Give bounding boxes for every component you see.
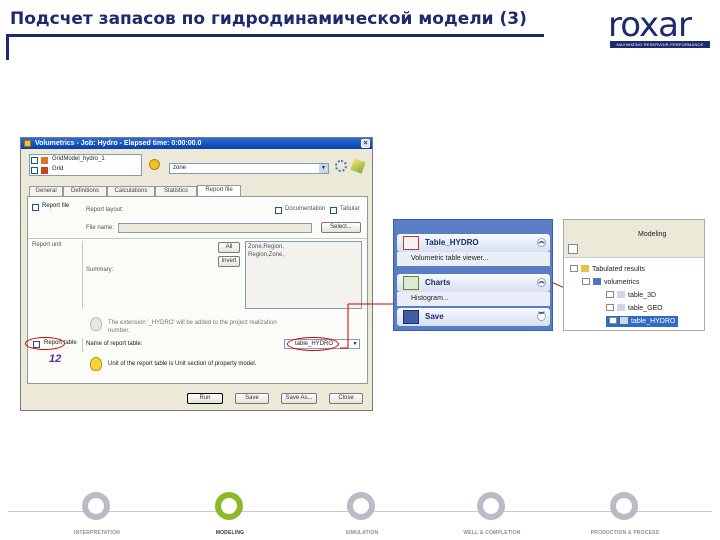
table-icon <box>617 304 625 311</box>
charts-title: Charts <box>425 278 451 287</box>
tree-toolbar <box>564 240 704 258</box>
table-icon <box>617 291 625 298</box>
project-tree: Modeling Tabulated results volumetrics t… <box>563 219 705 331</box>
tree-label: table_3D <box>628 292 657 299</box>
stage-ring-icon <box>477 492 505 520</box>
stage-ring-icon <box>215 492 243 520</box>
expand-icon[interactable] <box>582 278 590 285</box>
table-checkbox[interactable] <box>609 317 617 324</box>
table-title: Table_HYDRO <box>425 238 479 247</box>
stage-label: MODELING <box>215 530 245 536</box>
table-icon <box>620 317 628 324</box>
volumetric-table-viewer-item[interactable]: Volumetric table viewer... <box>397 252 550 266</box>
chevron-up-icon[interactable]: ︽ <box>537 278 546 287</box>
tree-node-table-3d[interactable]: table_3D <box>606 290 656 301</box>
stage-simulation[interactable]: SIMULATION <box>307 492 417 538</box>
stage-modeling[interactable]: MODELING <box>175 492 285 538</box>
tab-report-file[interactable]: Report file <box>197 185 241 196</box>
stage-ring-icon <box>347 492 375 520</box>
table-checkbox[interactable] <box>606 304 614 311</box>
stage-label: SIMULATION <box>345 530 379 536</box>
expand-icon[interactable] <box>570 265 578 272</box>
stage-label: PRODUCTION & PROCESS <box>590 530 660 536</box>
chevron-up-icon[interactable]: ︽ <box>537 238 546 247</box>
tree-node-tabulated-results[interactable]: Tabulated results <box>570 264 645 275</box>
tree-node-table-hydro[interactable]: table_HYDRO <box>606 316 679 327</box>
tree-node-volumetrics[interactable]: volumetrics <box>582 277 639 288</box>
floppy-disk-icon <box>403 310 419 324</box>
histogram-item[interactable]: Histogram... <box>397 292 550 306</box>
tree-tool-icon[interactable] <box>568 244 578 254</box>
folder-icon <box>581 265 589 272</box>
table-checkbox[interactable] <box>606 291 614 298</box>
charts-icon <box>403 276 419 290</box>
stage-label: INTERPRETATION <box>74 530 120 536</box>
stage-ring-icon <box>82 492 110 520</box>
tree-header: Modeling <box>564 220 704 240</box>
stage-interpretation[interactable]: INTERPRETATION <box>42 492 152 538</box>
table-viewer-header[interactable]: Table_HYDRO ︽ <box>397 234 550 252</box>
tree-label: table_HYDRO <box>631 318 676 325</box>
stage-production-process[interactable]: PRODUCTION & PROCESS <box>570 492 680 538</box>
tree-node-table-geo[interactable]: table_GEO <box>606 303 663 314</box>
stage-ring-icon <box>610 492 638 520</box>
tree-label: volumetrics <box>604 279 640 286</box>
action-panel: Table_HYDRO ︽ Volumetric table viewer...… <box>393 219 553 331</box>
charts-header[interactable]: Charts ︽ <box>397 274 550 292</box>
table-icon <box>403 236 419 250</box>
stage-label: WELL & COMPLETION <box>463 530 521 536</box>
volumetrics-icon <box>593 278 601 285</box>
tree-label: table_GEO <box>628 305 663 312</box>
chevron-down-icon[interactable]: ︾ <box>537 312 546 321</box>
stage-well-completion[interactable]: WELL & COMPLETION <box>437 492 547 538</box>
save-title: Save <box>425 312 444 321</box>
save-header[interactable]: Save ︾ <box>397 308 550 326</box>
tree-label: Tabulated results <box>592 266 645 273</box>
